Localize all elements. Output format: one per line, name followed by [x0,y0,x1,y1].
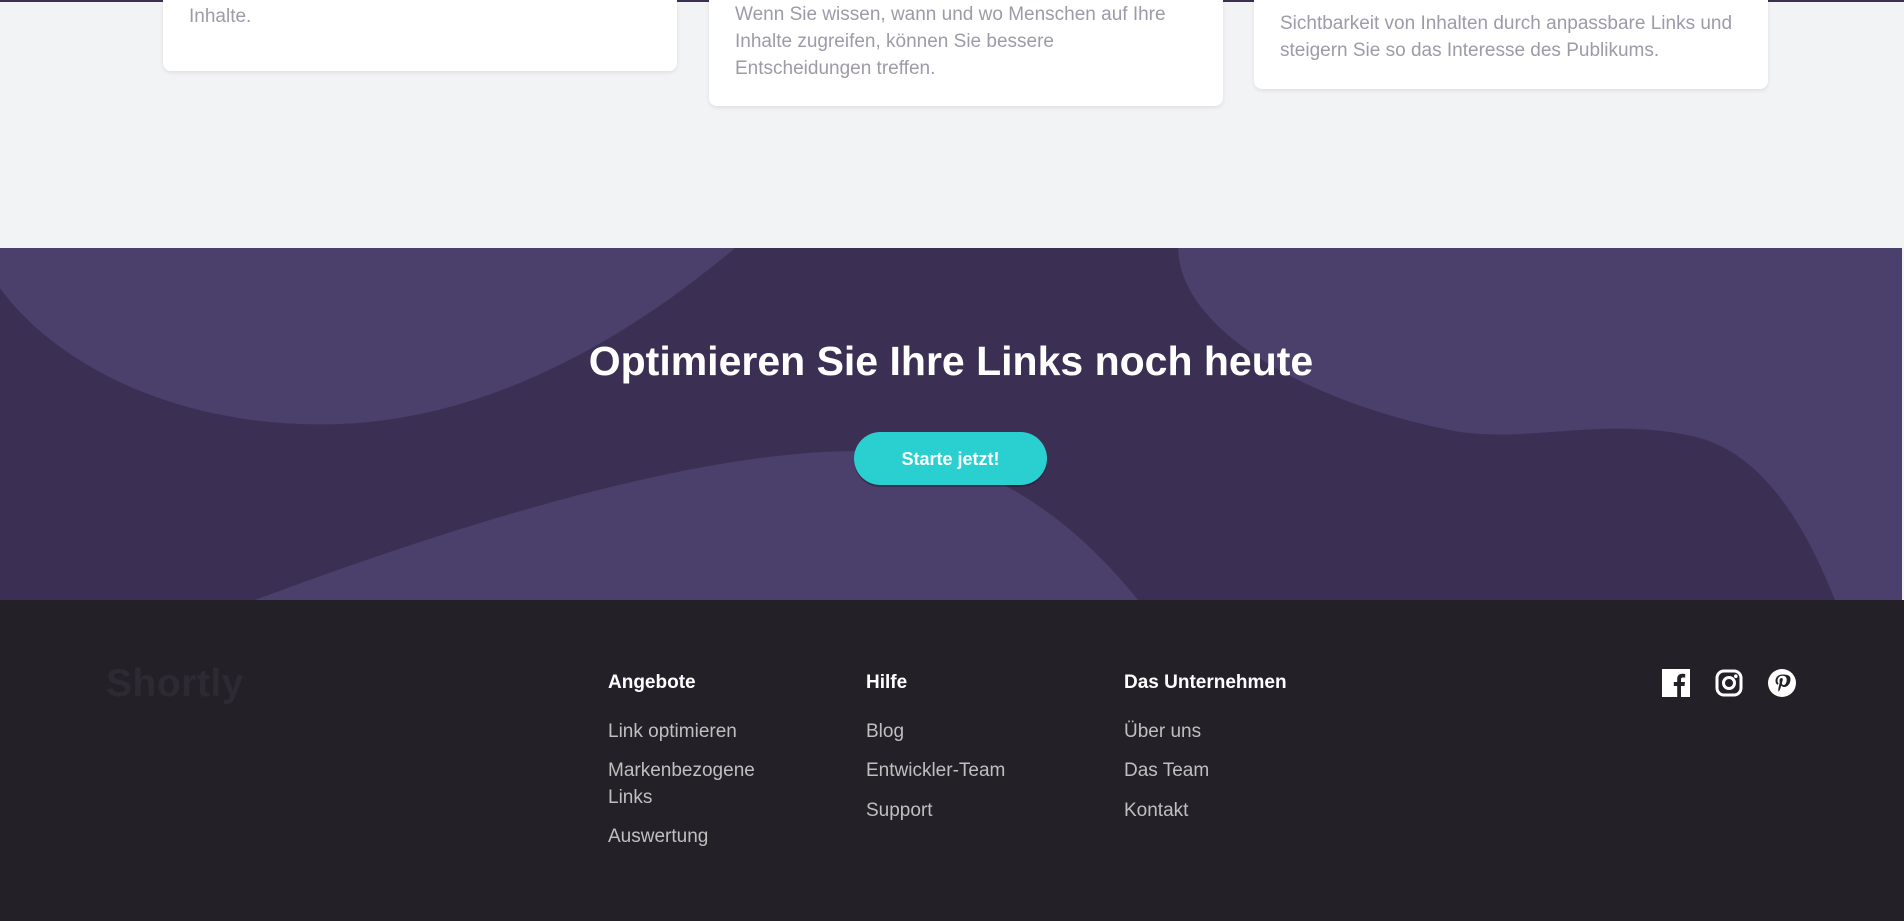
feature-card-text: Markenbezogene Links schaffen Vertrauen … [189,6,252,27]
facebook-icon[interactable] [1662,669,1690,697]
feature-card-records: Wenn Sie wissen, wann und wo Menschen au… [709,0,1223,106]
footer-link-link-shortening[interactable]: Link optimieren [608,718,737,745]
footer-heading-features: Angebote [608,672,696,693]
footer-link-about[interactable]: Über uns [1124,718,1201,745]
cta-title: Optimieren Sie Ihre Links noch heute [588,338,1314,384]
cta-banner: Optimieren Sie Ihre Links noch heute [0,248,1902,600]
feature-card-brand: Markenbezogene Links schaffen Vertrauen … [163,0,677,71]
footer-heading-company: Das Unternehmen [1124,672,1287,693]
feature-card-text: Sichtbarkeit von Inhalten durch anpassba… [1280,13,1733,61]
pinterest-icon[interactable] [1768,669,1796,697]
cta-background-shapes [0,248,1902,600]
footer-link-branded-links[interactable]: Markenbezogene Links [608,757,778,811]
footer-logo[interactable]: Shortly [106,662,244,706]
feature-card-customizable: Sichtbarkeit von Inhalten durch anpassba… [1254,0,1768,89]
instagram-icon[interactable] [1715,669,1743,697]
footer-link-blog[interactable]: Blog [866,718,904,745]
feature-card-text: Wenn Sie wissen, wann und wo Menschen au… [735,4,1166,79]
footer-heading-resources: Hilfe [866,672,908,693]
footer-link-support[interactable]: Support [866,797,933,824]
footer-link-team[interactable]: Das Team [1124,757,1209,784]
footer-link-contact[interactable]: Kontakt [1124,797,1188,824]
footer-link-analytics[interactable]: Auswertung [608,823,708,850]
get-started-button[interactable]: Starte jetzt! [854,432,1047,485]
footer-link-developers[interactable]: Entwickler-Team [866,757,1005,784]
